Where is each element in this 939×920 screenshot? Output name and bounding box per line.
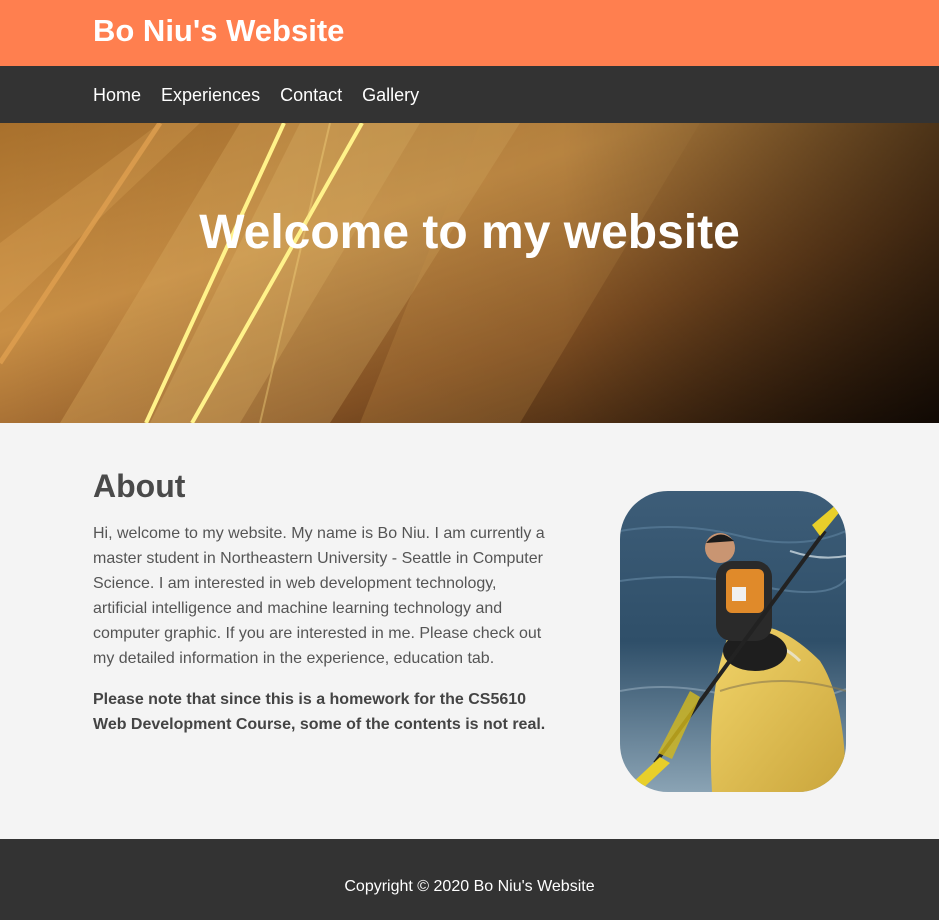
nav-item-gallery[interactable]: Gallery <box>362 84 419 106</box>
nav-item-contact[interactable]: Contact <box>280 84 342 106</box>
site-footer: Copyright © 2020 Bo Niu's Website <box>0 839 939 920</box>
profile-photo <box>620 491 846 792</box>
site-title: Bo Niu's Website <box>93 13 345 48</box>
kayak-photo-image <box>620 491 846 792</box>
nav-list: Home Experiences Contact Gallery <box>93 66 439 123</box>
about-heading: About <box>93 468 186 504</box>
site-header: Bo Niu's Website <box>0 0 939 66</box>
about-paragraph: Hi, welcome to my website. My name is Bo… <box>93 525 545 667</box>
hero-background-image <box>0 123 939 423</box>
nav-item-experiences[interactable]: Experiences <box>161 84 260 106</box>
about-section: About Hi, welcome to my website. My name… <box>0 423 939 839</box>
nav-item-home[interactable]: Home <box>93 84 141 106</box>
main-nav: Home Experiences Contact Gallery <box>0 66 939 123</box>
hero-banner: Welcome to my website <box>0 123 939 423</box>
about-note: Please note that since this is a homewor… <box>93 691 546 733</box>
hero-title: Welcome to my website <box>199 206 740 259</box>
copyright-text: Copyright © 2020 Bo Niu's Website <box>344 878 595 895</box>
